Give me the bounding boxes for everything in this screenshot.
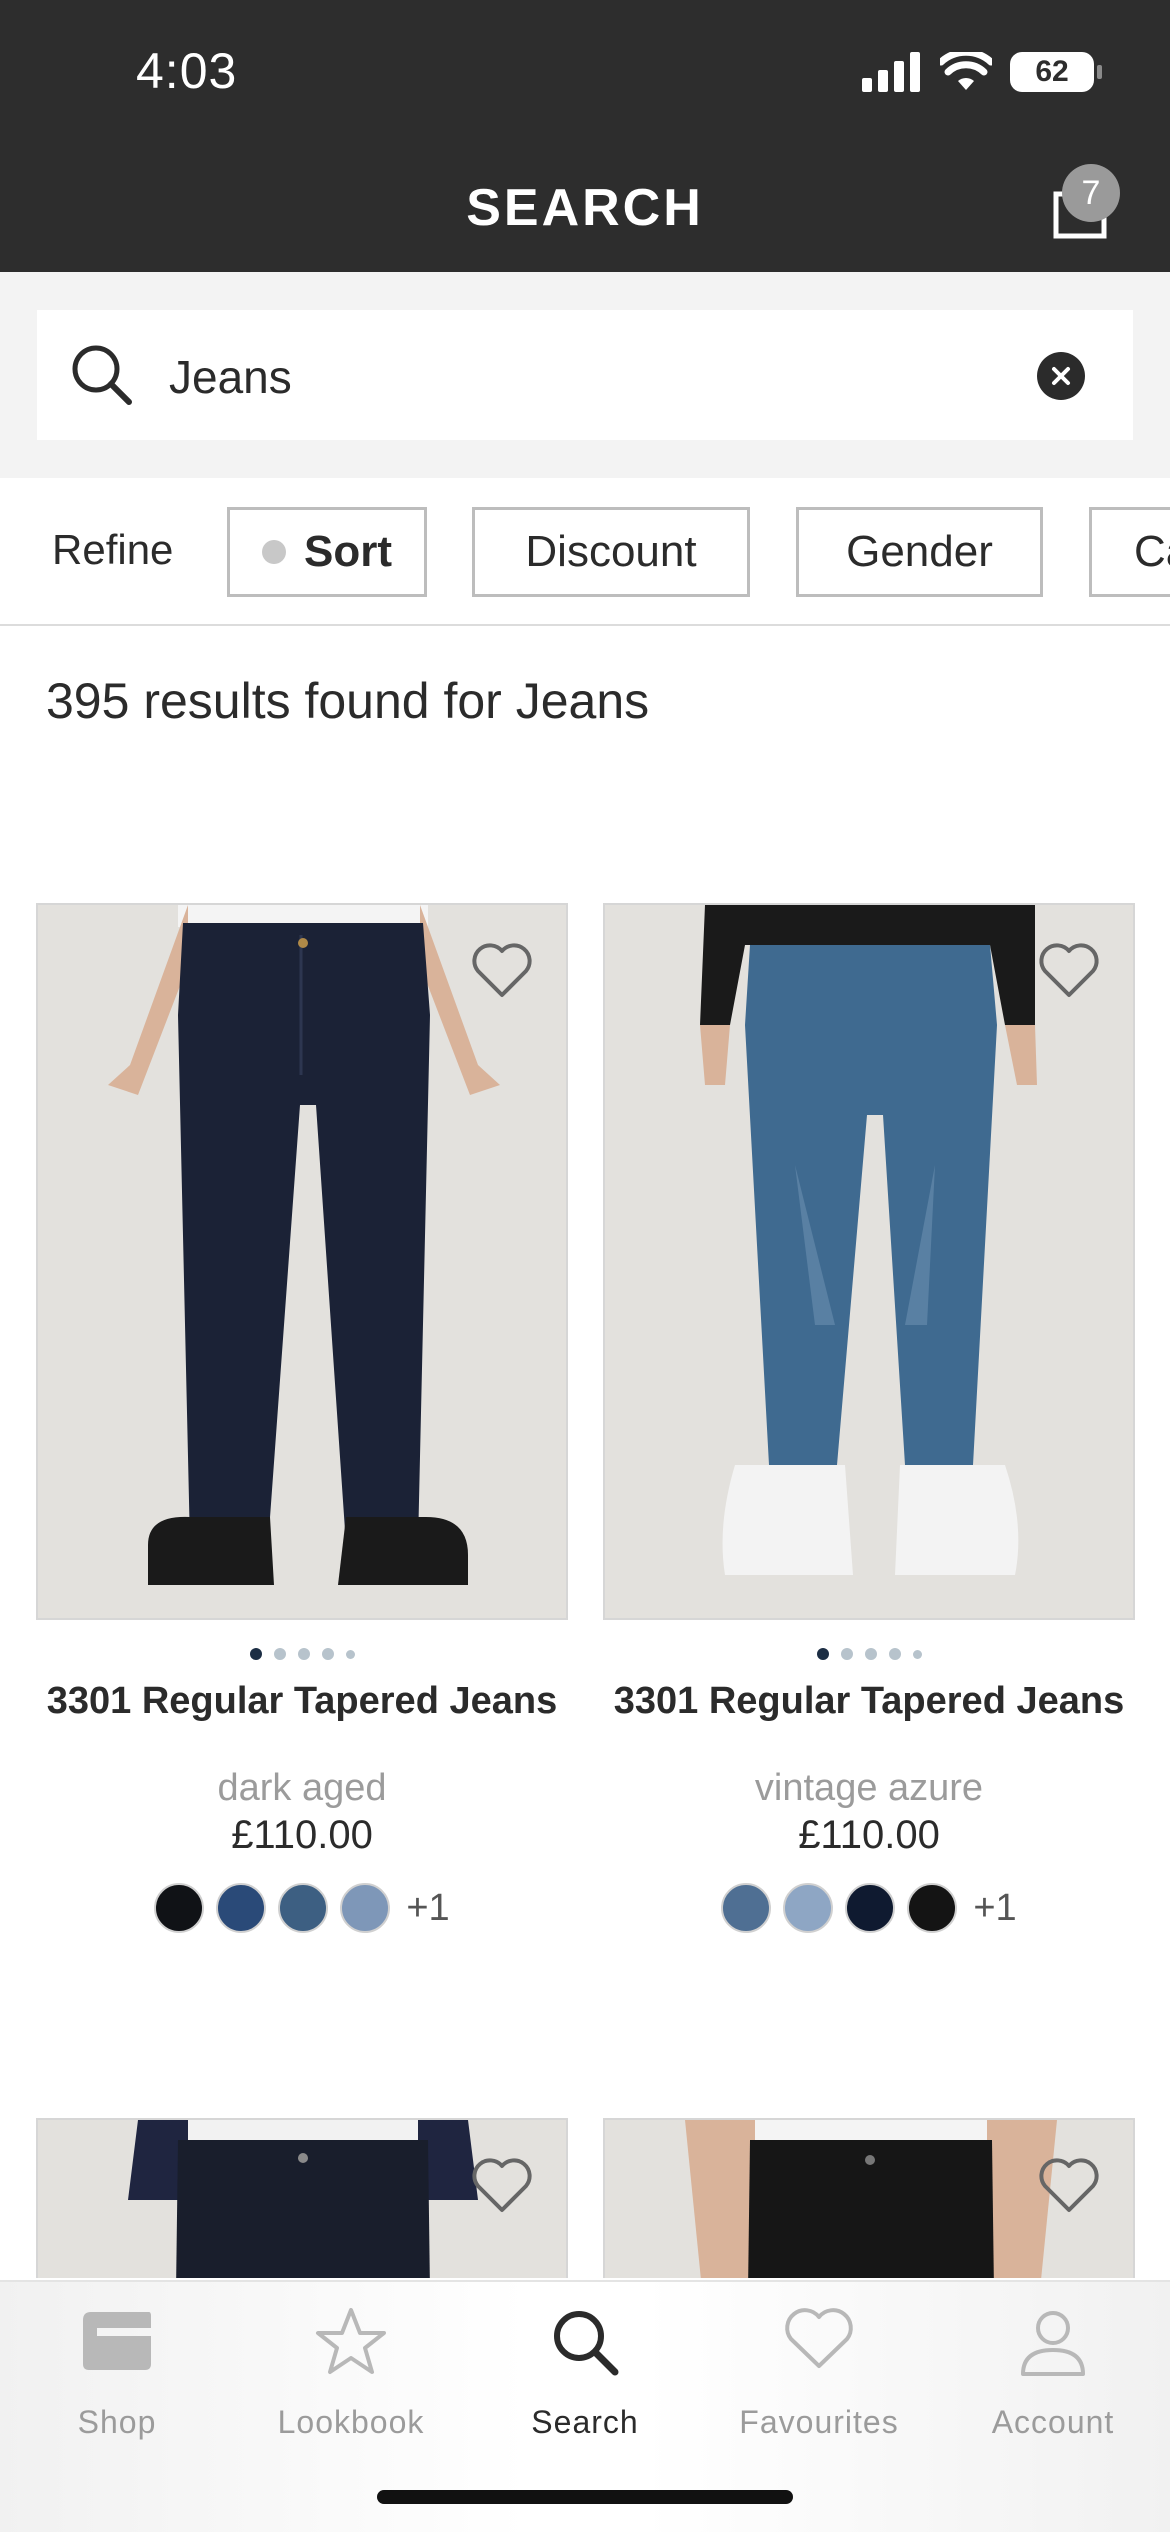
product-card[interactable] (603, 2118, 1135, 2278)
tab-favourites[interactable]: Favourites (702, 2282, 936, 2482)
jeans-photo-blue (605, 905, 1133, 1618)
tab-label: Lookbook (277, 2404, 425, 2440)
sort-button-label: Sort (304, 527, 392, 576)
battery-level: 62 (1035, 55, 1069, 88)
color-swatch[interactable] (278, 1883, 329, 1933)
search-icon (554, 2311, 619, 2376)
status-icons: 62 (862, 52, 1102, 92)
search-icon (72, 345, 132, 405)
product-image[interactable] (603, 2118, 1135, 2278)
tab-shop[interactable]: Shop (0, 2282, 234, 2482)
product-name[interactable]: 3301 Regular Tapered Jeans (603, 1678, 1135, 1724)
product-card[interactable]: 3301 Regular Tapered Jeans vintage azure… (603, 903, 1135, 1943)
search-box[interactable] (37, 310, 1133, 440)
wifi-icon (940, 52, 992, 90)
product-image[interactable] (36, 903, 568, 1620)
product-card[interactable]: 3301 Regular Tapered Jeans dark aged £11… (36, 903, 568, 1943)
product-image[interactable] (603, 903, 1135, 1620)
more-colors-count[interactable]: +1 (406, 1887, 449, 1930)
product-price: £110.00 (231, 1813, 373, 1857)
color-swatch[interactable] (154, 1883, 205, 1933)
favourite-heart-icon[interactable] (1037, 2156, 1101, 2214)
home-indicator (377, 2490, 793, 2504)
close-icon (1052, 367, 1070, 385)
product-card[interactable] (36, 2118, 568, 2278)
discount-filter-button[interactable]: Discount (472, 507, 750, 597)
color-swatch[interactable] (845, 1883, 896, 1933)
gender-filter-button[interactable]: Gender (796, 507, 1043, 597)
color-swatch[interactable] (721, 1883, 772, 1933)
product-color: dark aged (217, 1767, 387, 1809)
status-time: 4:03 (136, 43, 238, 99)
clear-search-button[interactable] (1037, 352, 1085, 400)
page-title: SEARCH (466, 179, 704, 237)
tab-label: Search (531, 2404, 639, 2440)
tab-account[interactable]: Account (936, 2282, 1170, 2482)
product-name[interactable]: 3301 Regular Tapered Jeans (36, 1678, 568, 1724)
jeans-photo-dark (38, 905, 566, 1618)
more-colors-count[interactable]: +1 (973, 1887, 1016, 1930)
color-swatch[interactable] (907, 1883, 958, 1933)
cart-count-badge: 7 (1062, 164, 1120, 222)
star-icon (316, 2308, 386, 2374)
tab-lookbook[interactable]: Lookbook (234, 2282, 468, 2482)
cellular-signal-icon (862, 52, 920, 92)
tab-label: Account (991, 2404, 1115, 2440)
app-header: 4:03 62 SEARCH 7 (0, 0, 1170, 272)
discount-filter-label: Discount (525, 527, 697, 576)
filter-bar: Refine Sort Discount Gender Ca (0, 478, 1170, 626)
color-swatch[interactable] (216, 1883, 267, 1933)
search-bar-container (0, 272, 1170, 478)
tab-label: Favourites (739, 2404, 899, 2440)
color-swatches: +1 (36, 1883, 568, 1933)
product-price: £110.00 (798, 1813, 940, 1857)
color-swatch[interactable] (340, 1883, 391, 1933)
category-filter-button[interactable]: Ca (1089, 507, 1170, 597)
category-filter-label: Ca (1134, 527, 1170, 576)
color-swatches: +1 (603, 1883, 1135, 1933)
product-color: vintage azure (754, 1767, 984, 1809)
tab-search[interactable]: Search (468, 2282, 702, 2482)
gender-filter-label: Gender (846, 527, 993, 576)
product-image[interactable] (36, 2118, 568, 2278)
image-carousel-dots (36, 1648, 568, 1660)
account-icon (1021, 2311, 1085, 2376)
shop-icon (83, 2312, 151, 2370)
sort-indicator-dot (262, 540, 286, 564)
color-swatch[interactable] (783, 1883, 834, 1933)
search-input[interactable] (169, 350, 1019, 404)
tab-label: Shop (77, 2404, 157, 2440)
image-carousel-dots (603, 1648, 1135, 1660)
favourite-heart-icon[interactable] (1037, 941, 1101, 999)
favourite-heart-icon[interactable] (470, 941, 534, 999)
heart-icon (785, 2308, 853, 2368)
sort-button[interactable]: Sort (227, 507, 427, 597)
results-count: 395 results found for Jeans (46, 673, 650, 729)
favourite-heart-icon[interactable] (470, 2156, 534, 2214)
battery-indicator: 62 (1010, 52, 1102, 92)
refine-label[interactable]: Refine (52, 526, 173, 574)
